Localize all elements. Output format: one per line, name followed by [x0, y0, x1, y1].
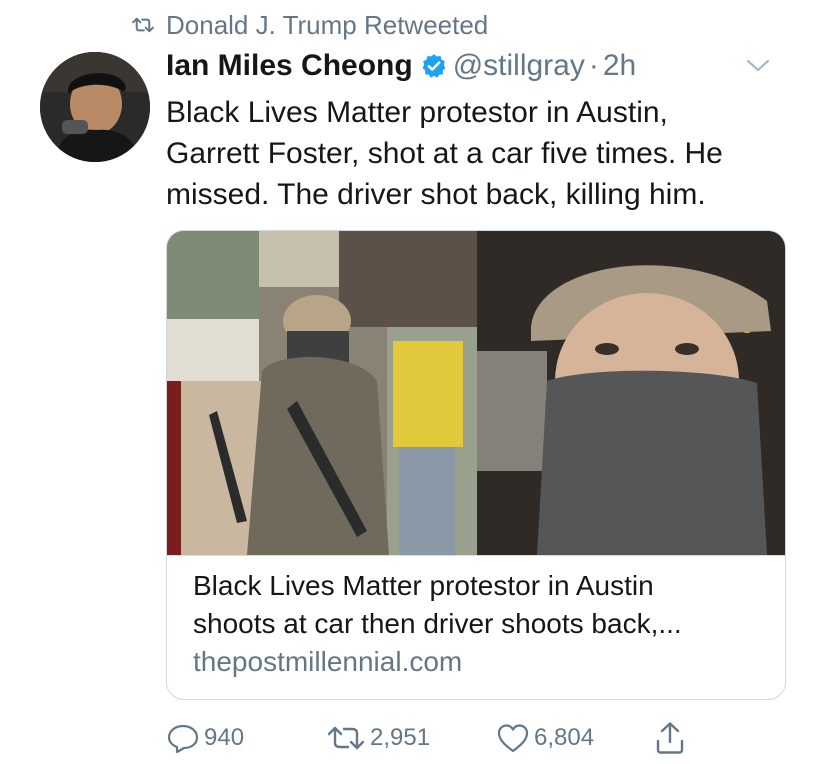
- avatar[interactable]: [40, 52, 150, 162]
- author-name[interactable]: Ian Miles Cheong: [166, 49, 413, 83]
- header-separator: ·: [588, 49, 599, 82]
- retweet-banner-text: Donald J. Trump Retweeted: [166, 9, 489, 40]
- tweet-text-line: missed. The driver shot back, killing hi…: [166, 178, 706, 211]
- card-domain: thepostmillennial.com: [193, 646, 463, 677]
- card-title-line: shoots at car then driver shoots back,..…: [193, 608, 682, 639]
- card-image: [167, 231, 785, 555]
- retweet-button[interactable]: 2,951: [326, 718, 430, 758]
- verified-badge-icon: [422, 54, 446, 78]
- chevron-down-icon[interactable]: [745, 54, 771, 76]
- tweet-text: Black Lives Matter protestor in Austin, …: [166, 92, 796, 215]
- tweet-header: Ian Miles Cheong @stillgray · 2h: [166, 44, 777, 88]
- card-text: Black Lives Matter protestor in Austin s…: [193, 567, 773, 681]
- tweet-timestamp[interactable]: 2h: [603, 49, 636, 83]
- retweet-icon: [327, 726, 365, 750]
- reply-count: 940: [204, 724, 245, 751]
- like-button[interactable]: 6,804: [496, 718, 594, 758]
- share-button[interactable]: [654, 718, 690, 758]
- tweet-actions: 940 2,951 6,804: [166, 718, 726, 758]
- share-icon: [656, 722, 684, 754]
- card-title-line: Black Lives Matter protestor in Austin: [193, 570, 654, 601]
- retweet-icon: [132, 17, 154, 33]
- retweet-count: 2,951: [370, 724, 431, 751]
- card-divider: [167, 555, 785, 556]
- author-handle[interactable]: @stillgray: [453, 49, 585, 83]
- retweet-banner[interactable]: Donald J. Trump Retweeted: [132, 8, 488, 42]
- tweet-text-line: Garrett Foster, shot at a car five times…: [166, 137, 723, 170]
- heart-icon: [497, 724, 529, 753]
- reply-button[interactable]: 940: [166, 718, 244, 758]
- tweet-text-line: Black Lives Matter protestor in Austin,: [166, 96, 668, 129]
- like-count: 6,804: [534, 724, 595, 751]
- reply-icon: [167, 724, 199, 754]
- link-preview-card[interactable]: Black Lives Matter protestor in Austin s…: [166, 230, 786, 700]
